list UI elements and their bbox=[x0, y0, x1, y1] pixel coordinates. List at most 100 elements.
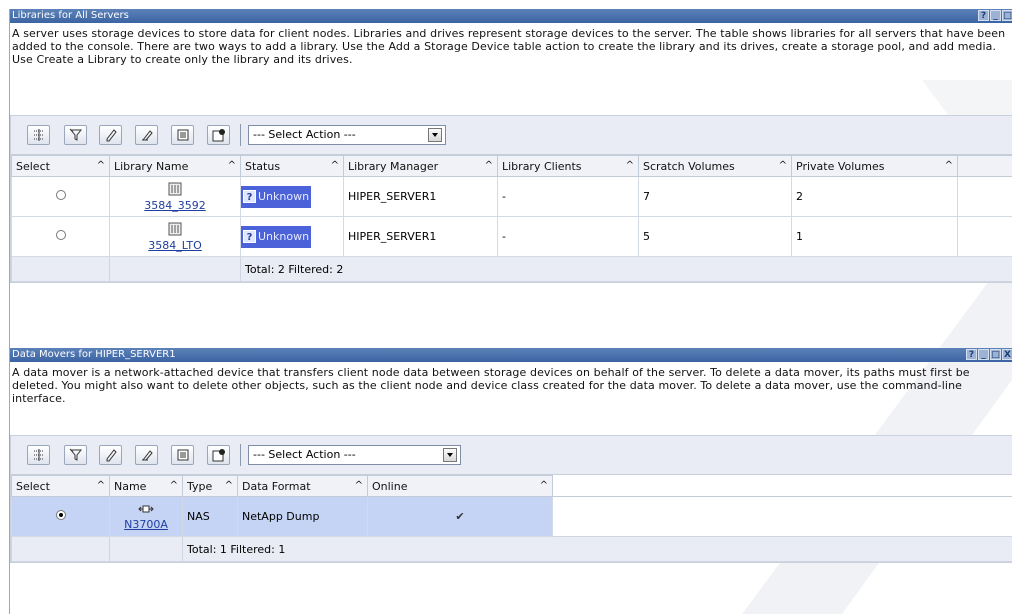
libraries-description: A server uses storage devices to store d… bbox=[12, 27, 1006, 66]
online-check-icon: ✔ bbox=[367, 496, 553, 537]
clear-filter-icon bbox=[141, 130, 153, 141]
row-radio[interactable] bbox=[55, 230, 66, 240]
col-select[interactable]: Select ^ bbox=[11, 475, 110, 497]
empty-cell bbox=[957, 176, 1012, 217]
collapse-table-button[interactable] bbox=[171, 125, 194, 145]
col-library-manager[interactable]: Library Manager ^ bbox=[343, 155, 498, 177]
row-radio[interactable] bbox=[55, 190, 66, 200]
sort-icon[interactable]: ^ bbox=[228, 160, 236, 171]
sort-icon[interactable]: ^ bbox=[485, 160, 493, 171]
collapse-table-button[interactable] bbox=[171, 445, 194, 465]
filter-button[interactable] bbox=[64, 445, 87, 465]
sort-icon[interactable]: ^ bbox=[626, 160, 634, 171]
sort-icon[interactable]: ^ bbox=[331, 160, 339, 171]
library-link[interactable]: 3584_LTO bbox=[148, 239, 202, 252]
clear-filter-button[interactable] bbox=[135, 445, 158, 465]
chevron-down-icon[interactable] bbox=[443, 448, 457, 462]
status-cell: ? Unknown bbox=[240, 176, 344, 217]
col-private-volumes[interactable]: Private Volumes ^ bbox=[791, 155, 958, 177]
datamovers-portlet: Data Movers for HIPER_SERVER1 ? _ □ X A … bbox=[9, 348, 1012, 614]
status-badge: ? Unknown bbox=[241, 225, 312, 248]
help-icon[interactable]: ? bbox=[978, 10, 989, 21]
edit-button[interactable] bbox=[99, 445, 122, 465]
edit-icon bbox=[106, 129, 117, 142]
edit-icon bbox=[106, 449, 117, 462]
table-footer: Total: 1 Filtered: 1 bbox=[11, 536, 1012, 562]
chevron-down-icon[interactable] bbox=[428, 128, 442, 142]
help-icon[interactable]: ? bbox=[966, 349, 977, 360]
library-link[interactable]: 3584_3592 bbox=[144, 199, 206, 212]
select-action-dropdown[interactable]: --- Select Action --- bbox=[248, 445, 461, 465]
row-radio[interactable] bbox=[55, 510, 66, 520]
libraries-table-panel: --- Select Action --- Select ^ Library Na… bbox=[10, 115, 1012, 283]
row-select-cell bbox=[11, 176, 110, 217]
minimize-icon[interactable]: _ bbox=[990, 10, 1001, 21]
type-cell: NAS bbox=[182, 496, 238, 537]
maximize-icon[interactable]: □ bbox=[990, 349, 1001, 360]
col-library-clients[interactable]: Library Clients ^ bbox=[497, 155, 639, 177]
datamovers-header-row: Select ^ Name ^ Type ^ Data Format ^ Online ^ bbox=[11, 475, 1012, 497]
datamovers-toolbar: --- Select Action --- bbox=[11, 436, 1012, 475]
libraries-title-controls: ? _ □ bbox=[978, 10, 1012, 21]
table-settings-button[interactable] bbox=[207, 445, 230, 465]
col-empty bbox=[552, 475, 1012, 497]
col-status[interactable]: Status ^ bbox=[240, 155, 344, 177]
data-mover-icon bbox=[138, 505, 154, 512]
clear-filter-button[interactable] bbox=[135, 125, 158, 145]
datamovers-table: Select ^ Name ^ Type ^ Data Format ^ Online ^… bbox=[11, 475, 1012, 562]
settings-icon bbox=[212, 449, 225, 462]
sort-icon[interactable]: ^ bbox=[97, 160, 105, 171]
scratch-volumes-cell: 7 bbox=[638, 176, 792, 217]
sort-icon[interactable]: ^ bbox=[945, 160, 953, 171]
col-name[interactable]: Name ^ bbox=[109, 475, 183, 497]
table-row: 3584_3592 ? Unknown HIPER_SERVER1 - 7 2 bbox=[11, 176, 1012, 217]
table-row: 3584_LTO ? Unknown HIPER_SERVER1 - 5 1 bbox=[11, 216, 1012, 257]
mover-link[interactable]: N3700A bbox=[124, 518, 168, 531]
expand-columns-button[interactable] bbox=[27, 445, 50, 465]
expand-columns-button[interactable] bbox=[27, 125, 50, 145]
col-scratch-volumes[interactable]: Scratch Volumes ^ bbox=[638, 155, 792, 177]
clear-filter-icon bbox=[141, 450, 153, 461]
libraries-portlet: Libraries for All Servers ? _ □ A server… bbox=[9, 9, 1012, 341]
status-cell: ? Unknown bbox=[240, 216, 344, 257]
settings-icon bbox=[212, 129, 225, 142]
libraries-header-row: Select ^ Library Name ^ Status ^ Library Ma… bbox=[11, 155, 1012, 177]
table-footer: Total: 2 Filtered: 2 bbox=[11, 256, 1012, 282]
select-action-dropdown[interactable]: --- Select Action --- bbox=[248, 125, 446, 145]
filter-button[interactable] bbox=[64, 125, 87, 145]
sort-icon[interactable]: ^ bbox=[540, 480, 548, 491]
sort-icon[interactable]: ^ bbox=[170, 480, 178, 491]
select-action-label: --- Select Action --- bbox=[253, 448, 356, 461]
libraries-title: Libraries for All Servers bbox=[12, 10, 129, 21]
sort-icon[interactable]: ^ bbox=[355, 480, 363, 491]
maximize-icon[interactable]: □ bbox=[1002, 10, 1012, 21]
sort-icon[interactable]: ^ bbox=[97, 480, 105, 491]
library-clients-cell: - bbox=[497, 216, 639, 257]
footer-totals: Total: 1 Filtered: 1 bbox=[182, 536, 1012, 562]
unknown-status-icon: ? bbox=[243, 230, 256, 243]
col-select[interactable]: Select ^ bbox=[11, 155, 110, 177]
library-clients-cell: - bbox=[497, 176, 639, 217]
sort-icon[interactable]: ^ bbox=[225, 480, 233, 491]
library-manager-cell: HIPER_SERVER1 bbox=[343, 216, 498, 257]
library-icon bbox=[168, 222, 182, 235]
close-icon[interactable]: X bbox=[1002, 349, 1012, 360]
data-format-cell: NetApp Dump bbox=[237, 496, 368, 537]
table-row: N3700A NAS NetApp Dump ✔ bbox=[11, 496, 1012, 537]
mover-name-cell: N3700A bbox=[109, 496, 183, 537]
libraries-toolbar: --- Select Action --- bbox=[11, 116, 1012, 155]
footer-totals: Total: 2 Filtered: 2 bbox=[240, 256, 1012, 282]
datamovers-titlebar: Data Movers for HIPER_SERVER1 ? _ □ X bbox=[10, 348, 1012, 362]
edit-button[interactable] bbox=[99, 125, 122, 145]
col-online[interactable]: Online ^ bbox=[367, 475, 553, 497]
col-data-format[interactable]: Data Format ^ bbox=[237, 475, 368, 497]
sort-icon[interactable]: ^ bbox=[779, 160, 787, 171]
datamovers-table-panel: --- Select Action --- Select ^ Name ^ Type… bbox=[10, 435, 1012, 563]
table-settings-button[interactable] bbox=[207, 125, 230, 145]
col-type[interactable]: Type ^ bbox=[182, 475, 238, 497]
minimize-icon[interactable]: _ bbox=[978, 349, 989, 360]
unknown-status-icon: ? bbox=[243, 190, 256, 203]
collapse-table-icon bbox=[177, 449, 188, 461]
col-library-name[interactable]: Library Name ^ bbox=[109, 155, 241, 177]
row-select-cell bbox=[11, 496, 110, 537]
